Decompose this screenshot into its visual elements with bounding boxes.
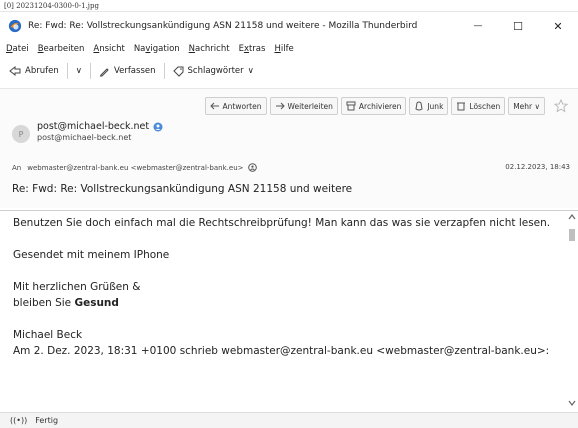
- minimize-icon: —: [473, 21, 483, 31]
- chevron-down-icon: ∨: [247, 66, 254, 76]
- thunderbird-logo-icon: [8, 19, 22, 33]
- body-line: bleiben Sie Gesund: [13, 297, 119, 309]
- archive-label: Archivieren: [358, 101, 402, 111]
- contact-icon[interactable]: [153, 122, 163, 132]
- tags-label: Schlagwörter: [187, 66, 244, 76]
- body-line: Benutzen Sie doch einfach mal die Rechts…: [13, 217, 551, 229]
- forward-label: Weiterleiten: [287, 101, 333, 111]
- tag-icon: [172, 66, 183, 77]
- star-icon[interactable]: [554, 99, 568, 113]
- more-label: Mehr ∨: [513, 101, 540, 111]
- trash-icon: [457, 102, 466, 111]
- status-bar: ((•)) Fertig: [0, 412, 578, 428]
- image-filename-label: [0] 20231204-0300-0-1.jpg: [0, 0, 578, 12]
- delete-label: Löschen: [469, 101, 501, 111]
- message-body[interactable]: Benutzen Sie doch einfach mal die Rechts…: [0, 210, 578, 408]
- recipient-address[interactable]: webmaster@zentral-bank.eu <webmaster@zen…: [27, 164, 243, 172]
- body-line: Am 2. Dez. 2023, 18:31 +0100 schrieb web…: [13, 345, 550, 357]
- contact-add-icon[interactable]: [247, 163, 257, 172]
- reply-icon: [209, 102, 219, 110]
- pencil-icon: [99, 67, 109, 76]
- write-label: Verfassen: [113, 66, 156, 76]
- body-line: Mit herzlichen Grüßen &: [13, 281, 141, 293]
- status-text: Fertig: [35, 416, 59, 425]
- close-button[interactable]: ✕: [538, 14, 578, 38]
- toolbar-separator: [89, 63, 91, 79]
- menu-extras[interactable]: Extras: [239, 44, 266, 54]
- archive-button[interactable]: Archivieren: [340, 97, 407, 115]
- scroll-down-icon[interactable]: [568, 399, 576, 407]
- more-button[interactable]: Mehr ∨: [508, 97, 545, 115]
- download-icon: [9, 66, 21, 76]
- archive-icon: [346, 101, 356, 111]
- menu-navigation[interactable]: Navigation: [134, 44, 180, 54]
- get-messages-dropdown[interactable]: ∨: [73, 62, 85, 80]
- menu-hilfe[interactable]: Hilfe: [274, 44, 293, 54]
- delete-button[interactable]: Löschen: [451, 97, 506, 115]
- reply-button[interactable]: Antworten: [204, 97, 267, 115]
- menu-bar: Datei Bearbeiten Ansicht Navigation Nach…: [0, 40, 303, 58]
- chevron-down-icon: ∨: [75, 66, 82, 76]
- online-status-icon[interactable]: ((•)): [10, 416, 27, 425]
- menu-datei[interactable]: Datei: [6, 44, 29, 54]
- forward-button[interactable]: Weiterleiten: [269, 97, 338, 115]
- main-toolbar: Abrufen ∨ Verfassen Schlagwörter ∨: [0, 60, 578, 82]
- sender-name[interactable]: post@michael-beck.net: [37, 121, 149, 132]
- maximize-button[interactable]: ☐: [498, 14, 538, 38]
- get-messages-label: Abrufen: [25, 66, 59, 76]
- window-title: Re: Fwd: Re: Vollstreckungsankündigung A…: [28, 21, 418, 31]
- write-button[interactable]: Verfassen: [96, 62, 159, 80]
- menu-bearbeiten[interactable]: Bearbeiten: [38, 44, 85, 54]
- junk-icon: [415, 101, 423, 111]
- body-line: Gesendet mit meinem IPhone: [13, 249, 170, 261]
- toolbar-separator: [163, 63, 165, 79]
- message-date: 02.12.2023, 18:43: [505, 163, 570, 171]
- junk-button[interactable]: Junk: [409, 97, 449, 115]
- get-messages-button[interactable]: Abrufen: [6, 62, 62, 80]
- message-subject: Re: Fwd: Re: Vollstreckungsankündigung A…: [12, 183, 353, 195]
- forward-icon: [275, 102, 285, 110]
- minimize-button[interactable]: —: [458, 14, 498, 38]
- toolbar-separator: [66, 63, 68, 79]
- body-line: Michael Beck: [13, 329, 83, 341]
- avatar: P: [12, 125, 30, 143]
- scrollbar-thumb[interactable]: [569, 229, 575, 241]
- sender-address: post@michael-beck.net: [37, 133, 132, 142]
- menu-nachricht[interactable]: Nachricht: [189, 44, 230, 54]
- reply-label: Antworten: [222, 101, 262, 111]
- vertical-scrollbar[interactable]: [566, 211, 578, 409]
- menu-ansicht[interactable]: Ansicht: [93, 44, 124, 54]
- maximize-icon: ☐: [513, 19, 523, 33]
- recipient-row: An webmaster@zentral-bank.eu <webmaster@…: [12, 163, 570, 172]
- message-header: Antworten Weiterleiten Archivieren Junk: [0, 88, 578, 208]
- message-actions: Antworten Weiterleiten Archivieren Junk: [204, 97, 568, 115]
- junk-label: Junk: [427, 101, 444, 111]
- to-label: An: [12, 163, 22, 172]
- scroll-up-icon[interactable]: [568, 213, 576, 221]
- window-titlebar: Re: Fwd: Re: Vollstreckungsankündigung A…: [0, 14, 578, 38]
- tags-button[interactable]: Schlagwörter ∨: [170, 62, 257, 80]
- close-icon: ✕: [553, 19, 563, 33]
- sender-block: P post@michael-beck.net post@michael-bec…: [12, 121, 163, 143]
